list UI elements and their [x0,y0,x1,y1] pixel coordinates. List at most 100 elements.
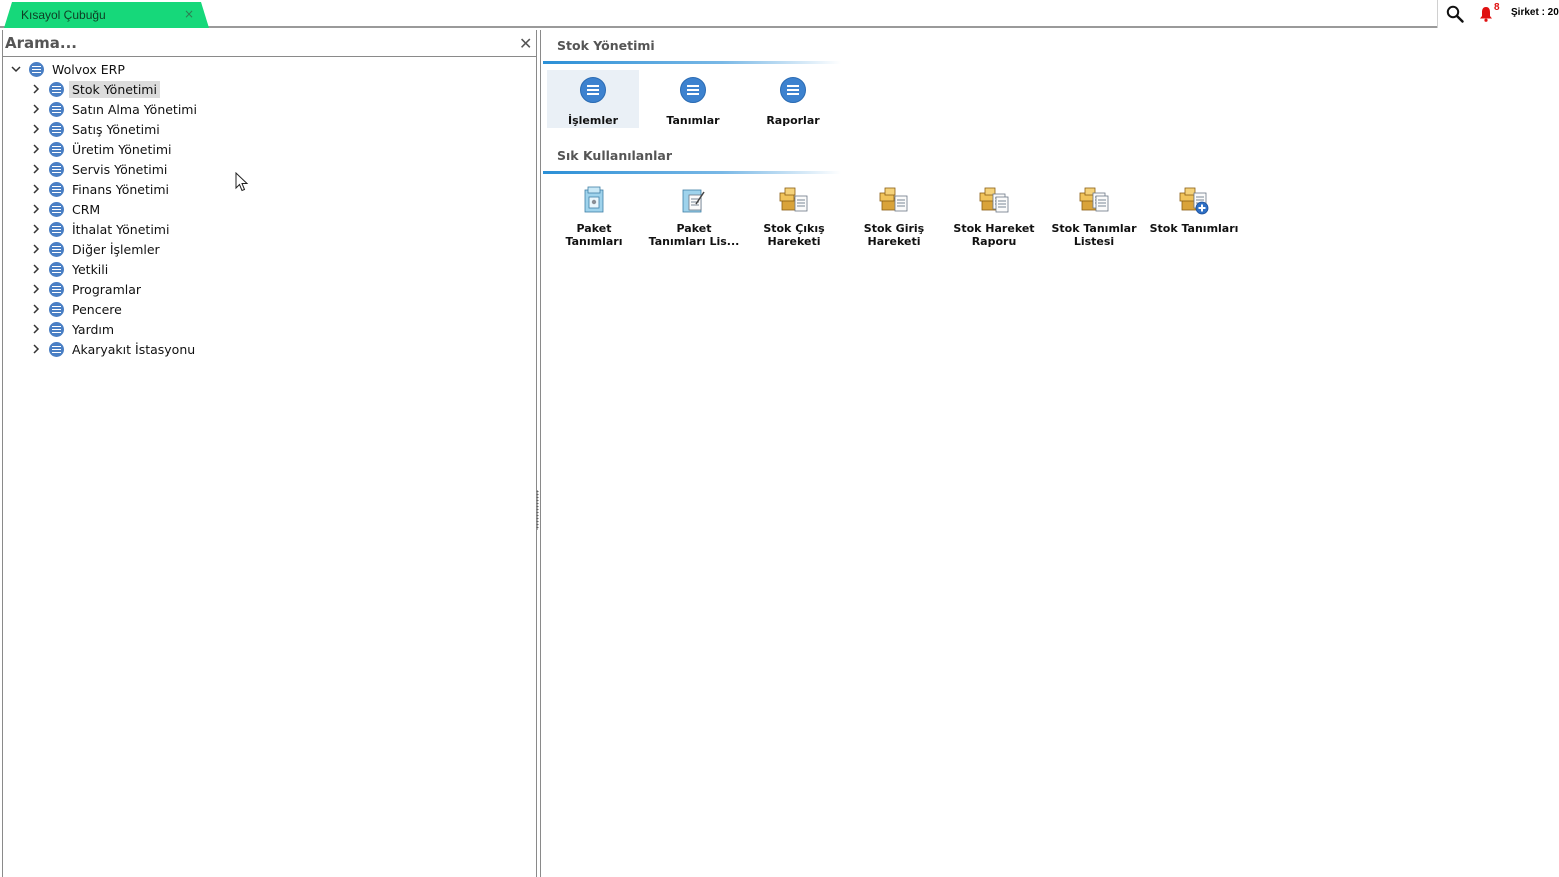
top-right-toolbar: 8 Şirket : 20 [1437,0,1559,28]
favorite-shortcut[interactable]: Stok Çıkış Hareketi [746,184,842,264]
tree-item-label: Yardım [72,321,115,337]
chevron-right-icon[interactable] [29,342,43,356]
chevron-right-icon[interactable] [29,302,43,316]
tree-root-label: Wolvox ERP [52,61,125,77]
mouse-pointer-icon [235,172,249,192]
notification-count-badge: 8 [1494,2,1500,13]
tree-item[interactable]: Akaryakıt İstasyonu [29,339,198,359]
menu-node-icon [49,281,64,297]
chevron-right-icon[interactable] [29,102,43,116]
tree-item-label: Akaryakıt İstasyonu [72,341,196,357]
chevron-right-icon[interactable] [29,322,43,336]
chevron-right-icon[interactable] [29,262,43,276]
tree-item-label: Diğer İşlemler [72,241,160,257]
favorite-label: Stok Tanımları [1149,222,1239,235]
menu-node-icon [49,221,64,237]
favorite-shortcut[interactable]: Stok Tanımları [1146,184,1242,264]
favorite-label: Stok Hareket Raporu [953,222,1035,248]
notification-bell-icon[interactable] [1479,6,1493,22]
tree-item-label: Yetkili [72,261,109,277]
chevron-down-icon[interactable] [9,62,23,76]
favorite-label: Stok Giriş Hareketi [863,222,925,248]
menu-node-icon [49,261,64,277]
menu-node-icon [29,61,44,77]
tree-item-label: Pencere [72,301,122,317]
tree-item[interactable]: Finans Yönetimi [29,179,172,199]
tab-shortcut-bar[interactable]: Kısayol Çubuğu × [4,2,209,28]
menu-node-icon [49,161,64,177]
favorite-shortcut[interactable]: Paket Tanımları [546,184,642,264]
tree-item[interactable]: Satış Yönetimi [29,119,163,139]
list-menu-icon [680,77,706,103]
tab-close-icon[interactable]: × [184,7,194,21]
tree-item-label: Finans Yönetimi [72,181,170,197]
tree-item[interactable]: Satın Alma Yönetimi [29,99,200,119]
package-definitions-icon [584,186,604,213]
clear-search-icon[interactable]: ✕ [519,34,532,53]
package-list-icon [682,189,705,213]
favorite-shortcut[interactable]: Stok Tanımlar Listesi [1046,184,1142,264]
category-label: İşlemler [568,114,618,127]
stock-list-icon [1079,187,1109,212]
tree-item[interactable]: Yardım [29,319,117,339]
stock-report-icon [979,187,1009,213]
category-button[interactable]: Tanımlar [647,70,739,128]
tree-item[interactable]: Servis Yönetimi [29,159,170,179]
tree-item[interactable]: Diğer İşlemler [29,239,163,259]
stock-in-icon [879,187,908,212]
tree-item[interactable]: Stok Yönetimi [29,79,160,99]
category-button[interactable]: İşlemler [547,70,639,128]
tree-item-label: Satın Alma Yönetimi [72,101,197,117]
tab-label: Kısayol Çubuğu [21,8,106,22]
tree-item-label: Üretim Yönetimi [72,141,172,157]
chevron-right-icon[interactable] [29,202,43,216]
tree-item-label: Stok Yönetimi [69,80,160,98]
top-tab-bar: Kısayol Çubuğu × 8 Şirket : 20 [0,0,1559,28]
favorite-shortcut[interactable]: Stok Hareket Raporu [946,184,1042,264]
module-panel: Stok Yönetimi İşlemler Tanımlar Raporlar S… [540,30,1559,877]
chevron-right-icon[interactable] [29,182,43,196]
tree-item[interactable]: Programlar [29,279,144,299]
tree-item[interactable]: Yetkili [29,259,111,279]
tree-item-label: Programlar [72,281,142,297]
search-input[interactable] [5,32,505,54]
chevron-right-icon[interactable] [29,162,43,176]
tree-root-wolvox-erp[interactable]: Wolvox ERP [9,59,128,79]
tree-item[interactable]: CRM [29,199,103,219]
tree-item[interactable]: Üretim Yönetimi [29,139,175,159]
tree-item[interactable]: Pencere [29,299,125,319]
chevron-right-icon[interactable] [29,282,43,296]
menu-node-icon [49,341,64,357]
chevron-right-icon[interactable] [29,242,43,256]
section-divider [543,61,841,64]
menu-node-icon [49,81,64,97]
module-title: Stok Yönetimi [557,38,655,53]
favorite-label: Stok Çıkış Hareketi [763,222,825,248]
tree-item-label: İthalat Yönetimi [72,221,170,237]
favorite-shortcut[interactable]: Stok Giriş Hareketi [846,184,942,264]
category-label: Tanımlar [666,114,720,127]
menu-node-icon [49,141,64,157]
list-menu-icon [780,77,806,103]
menu-node-icon [49,121,64,137]
favorite-shortcut[interactable]: Paket Tanımları Lis... [646,184,742,264]
search-bar: ✕ [3,30,536,57]
search-icon[interactable] [1446,5,1464,23]
navigation-tree-panel: ✕ Wolvox ERP Stok Yönetimi Satın Alma Yön… [2,30,537,877]
panel-splitter-handle[interactable] [536,490,539,530]
chevron-right-icon[interactable] [29,82,43,96]
tree-item[interactable]: İthalat Yönetimi [29,219,172,239]
tree-item-label: Satış Yönetimi [72,121,160,137]
menu-node-icon [49,241,64,257]
menu-node-icon [49,301,64,317]
menu-node-icon [49,201,64,217]
stock-out-icon [779,187,808,212]
company-label[interactable]: Şirket : 20 [1511,7,1559,18]
chevron-right-icon[interactable] [29,122,43,136]
chevron-right-icon[interactable] [29,142,43,156]
list-menu-icon [580,77,606,103]
chevron-right-icon[interactable] [29,222,43,236]
menu-node-icon [49,101,64,117]
favorites-title: Sık Kullanılanlar [557,148,673,163]
category-button[interactable]: Raporlar [747,70,839,128]
